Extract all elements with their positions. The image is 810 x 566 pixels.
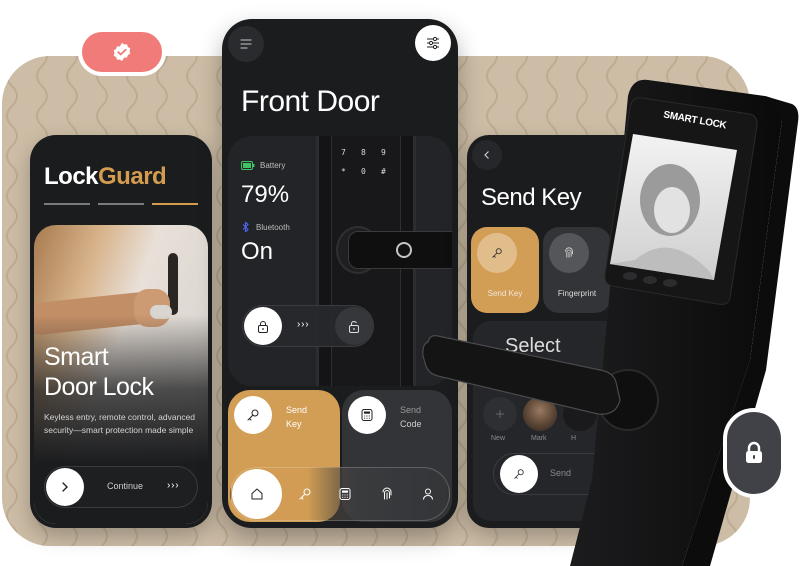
- option-label: Send Key: [487, 289, 523, 298]
- wave-line: [666, 56, 678, 546]
- chevrons-icon: › › ›: [167, 480, 179, 491]
- key-icon: [492, 248, 502, 258]
- menu-button[interactable]: [228, 26, 264, 62]
- hero-title: Smart Door Lock: [44, 342, 154, 402]
- battery-value: 79%: [241, 181, 290, 208]
- send-code-label: Send Code: [400, 403, 422, 431]
- wave-line: [456, 56, 468, 546]
- option-send-key[interactable]: Send Key: [471, 227, 539, 313]
- chevron-right-icon: [62, 482, 68, 492]
- contact-label: Mark: [531, 435, 547, 442]
- nav-keys[interactable]: [295, 484, 315, 504]
- bluetooth-icon: [242, 222, 249, 232]
- contact-avatar[interactable]: [563, 397, 597, 431]
- send-key-label: Send Key: [286, 403, 307, 431]
- fingerprint-icon: [382, 487, 392, 500]
- nav-codes[interactable]: [335, 484, 355, 504]
- keypad-key: 0: [361, 167, 366, 176]
- brand-logo: LockGuard: [44, 163, 167, 191]
- battery-icon: [241, 161, 255, 170]
- verified-badge[interactable]: [78, 28, 166, 76]
- lock-status-card: 7 8 9 * 0 # Battery 79% Bluetooth On › ›…: [228, 136, 452, 386]
- contact-avatar-mark[interactable]: [523, 397, 557, 431]
- option-fingerprint[interactable]: Fingerprint: [543, 227, 611, 313]
- nav-home[interactable]: [232, 469, 282, 519]
- keypad-key: 8: [361, 148, 366, 157]
- hero-title-line1: Smart: [44, 343, 109, 371]
- keypad-icon: [361, 409, 373, 421]
- select-contact-card: Select New Mark H Send: [473, 321, 643, 521]
- verified-check-icon: [113, 42, 131, 62]
- send-slider[interactable]: Send: [493, 453, 633, 495]
- home-icon: [251, 488, 263, 500]
- keypad-key: 9: [381, 148, 386, 157]
- lock-keypad: 7 8 9 * 0 #: [341, 148, 401, 176]
- option-icon-circle: [549, 233, 589, 273]
- wave-line: [6, 56, 18, 546]
- menu-icon: [240, 39, 252, 49]
- battery-label: Battery: [260, 161, 286, 170]
- filter-button[interactable]: [415, 25, 451, 61]
- send-label: Send: [550, 468, 572, 478]
- option-label: Fingerprint: [557, 289, 597, 298]
- action-line1: Send: [400, 405, 422, 415]
- back-button[interactable]: [472, 140, 502, 170]
- contact-label: New: [491, 435, 506, 442]
- hero-title-line2: Door Lock: [44, 373, 154, 401]
- action-line1: Send: [286, 405, 308, 415]
- fingerprint-sensor-image: [396, 242, 412, 258]
- page-title: Send Key: [481, 184, 582, 211]
- lock-icon: [746, 441, 762, 463]
- lock-button[interactable]: [244, 307, 282, 345]
- brand-part-guard: Guard: [98, 163, 167, 190]
- send-key-screen: Send Key Send Key Fingerprint Select New…: [467, 135, 647, 528]
- action-line2: Code: [400, 419, 422, 429]
- bluetooth-value: On: [241, 238, 274, 265]
- send-button[interactable]: [500, 455, 538, 493]
- contact-label: H: [571, 435, 577, 442]
- nav-profile[interactable]: [418, 484, 438, 504]
- home-screen: Front Door 7 8 9 * 0 # Battery 79% Bluet…: [222, 19, 458, 528]
- fingerprint-icon: [565, 247, 573, 258]
- onboarding-progress: [44, 203, 198, 205]
- keypad-key: 7: [341, 148, 346, 157]
- continue-slider[interactable]: Continue › › ›: [44, 466, 198, 508]
- page-title: Front Door: [241, 85, 380, 118]
- continue-button[interactable]: [46, 468, 84, 506]
- bluetooth-label: Bluetooth: [256, 223, 290, 232]
- chevrons-icon: › › ›: [297, 319, 309, 330]
- continue-label: Continue: [107, 481, 144, 491]
- progress-step-2: [98, 203, 144, 205]
- add-contact-button[interactable]: [483, 397, 517, 431]
- nav-fingerprint[interactable]: [377, 484, 397, 504]
- unlock-button[interactable]: [335, 307, 373, 345]
- bottom-nav: [230, 467, 450, 521]
- send-key-icon-button: [234, 396, 272, 434]
- plus-icon: [496, 410, 504, 418]
- hero-description: Keyless entry, remote control, advanced …: [44, 412, 196, 435]
- send-code-icon-button: [348, 396, 386, 434]
- progress-step-3: [152, 203, 198, 205]
- keypad-key: #: [381, 167, 386, 176]
- onboarding-screen: LockGuard Smart Door Lock Keyless entry,…: [30, 135, 212, 528]
- key-icon: [247, 409, 259, 421]
- wave-line: [696, 56, 708, 546]
- key-icon: [299, 488, 311, 500]
- sliders-icon: [427, 36, 439, 50]
- select-heading: Select: [505, 335, 561, 357]
- unlock-icon: [349, 320, 359, 333]
- lock-icon: [258, 320, 268, 333]
- brand-part-lock: Lock: [44, 163, 99, 190]
- progress-step-1: [44, 203, 90, 205]
- keypad-icon: [339, 488, 351, 500]
- option-icon-circle: [477, 233, 517, 273]
- lock-unlock-slider[interactable]: › › ›: [242, 305, 374, 347]
- action-line2: Key: [286, 419, 302, 429]
- keypad-key: *: [341, 167, 346, 176]
- lock-fab-button[interactable]: [723, 408, 785, 498]
- key-icon: [514, 469, 524, 479]
- user-icon: [423, 488, 433, 500]
- chevron-left-icon: [484, 151, 489, 159]
